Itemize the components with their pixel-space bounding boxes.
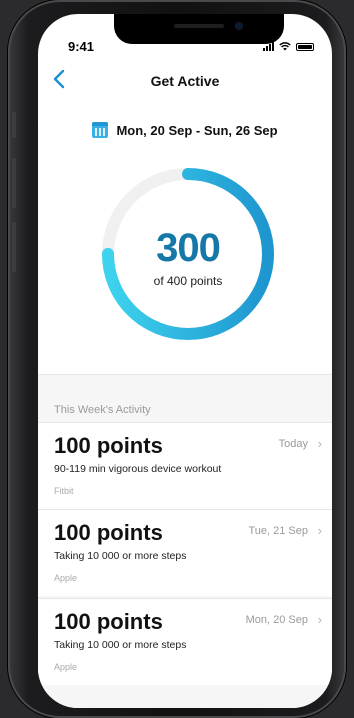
chevron-right-icon: › bbox=[317, 523, 322, 538]
points-goal: of 400 points bbox=[153, 274, 223, 288]
activity-source: Apple bbox=[54, 573, 78, 583]
status-icons bbox=[263, 41, 314, 51]
front-camera bbox=[235, 22, 243, 30]
volume-up-button bbox=[12, 158, 16, 208]
activity-item[interactable]: 100 points Taking 10 000 or more steps A… bbox=[38, 509, 332, 596]
mute-switch bbox=[12, 112, 16, 138]
chevron-right-icon: › bbox=[317, 436, 322, 451]
activity-date: Tue, 21 Sep bbox=[248, 525, 308, 537]
page-title: Get Active bbox=[150, 73, 220, 89]
phone-frame: 9:41 Get Active Mon, 20 Sep - Sun, 26 Se… bbox=[8, 0, 346, 718]
signal-icon bbox=[263, 41, 274, 51]
battery-icon bbox=[296, 43, 314, 51]
screen: 9:41 Get Active Mon, 20 Sep - Sun, 26 Se… bbox=[38, 14, 332, 708]
activity-points: 100 points bbox=[54, 433, 163, 458]
calendar-icon bbox=[92, 122, 109, 138]
activity-points: 100 points bbox=[54, 609, 163, 634]
chevron-right-icon: › bbox=[317, 612, 322, 627]
points-value: 300 bbox=[156, 226, 221, 270]
notch bbox=[114, 14, 284, 44]
activity-item[interactable]: 100 points 90-119 min vigorous device wo… bbox=[38, 422, 332, 509]
activity-item[interactable]: 100 points Taking 10 000 or more steps A… bbox=[38, 598, 332, 685]
nav-bar: Get Active bbox=[38, 68, 332, 98]
date-range[interactable]: Mon, 20 Sep - Sun, 26 Sep bbox=[38, 122, 332, 138]
points-progress-ring: 300 of 400 points bbox=[100, 166, 276, 342]
status-time: 9:41 bbox=[68, 39, 95, 54]
speaker bbox=[174, 24, 224, 28]
wifi-icon bbox=[279, 42, 291, 51]
activity-date: Today bbox=[278, 438, 308, 450]
activity-source: Fitbit bbox=[54, 486, 74, 496]
activity-description: Taking 10 000 or more steps bbox=[54, 550, 187, 562]
activity-description: Taking 10 000 or more steps bbox=[54, 639, 187, 651]
activity-description: 90-119 min vigorous device workout bbox=[54, 463, 222, 475]
volume-down-button bbox=[12, 222, 16, 272]
activity-points: 100 points bbox=[54, 520, 163, 545]
activity-date: Mon, 20 Sep bbox=[245, 614, 308, 626]
date-range-label: Mon, 20 Sep - Sun, 26 Sep bbox=[116, 122, 278, 138]
activity-heading: This Week's Activity bbox=[54, 404, 151, 416]
activity-source: Apple bbox=[54, 662, 78, 672]
